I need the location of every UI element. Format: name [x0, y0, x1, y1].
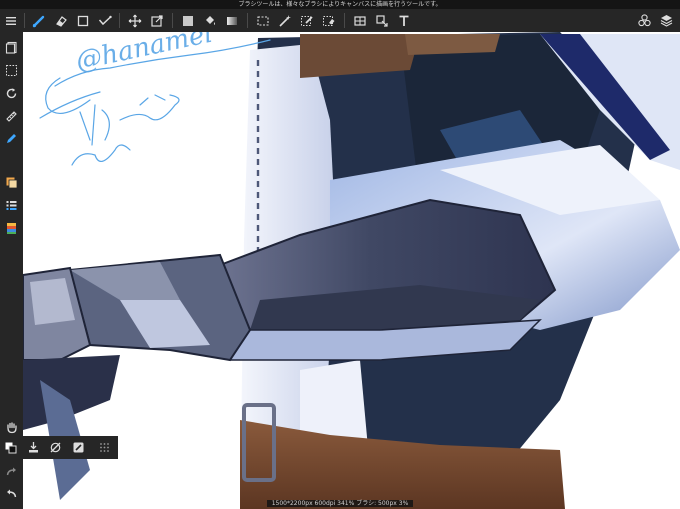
- pen-icon[interactable]: [2, 129, 21, 147]
- palette-icon[interactable]: [2, 219, 21, 237]
- color-icon[interactable]: [2, 173, 21, 191]
- rect-shape-icon[interactable]: [73, 11, 93, 30]
- snap-off-icon[interactable]: [46, 438, 65, 457]
- import-icon[interactable]: [24, 438, 43, 457]
- tool-hint-text: ブラシツールは、様々なブラシによりキャンバスに描画を行うツールです。: [238, 1, 442, 8]
- sub-toolbar: [0, 436, 118, 459]
- top-toolbar: [0, 9, 680, 32]
- layers-icon[interactable]: [656, 11, 676, 30]
- select-pen-icon[interactable]: [297, 11, 317, 30]
- eraser-icon[interactable]: [51, 11, 71, 30]
- layer-list-icon[interactable]: [2, 38, 21, 56]
- text-icon[interactable]: [394, 11, 414, 30]
- lasso-fill-icon[interactable]: [372, 11, 392, 30]
- gradient-icon[interactable]: [222, 11, 242, 30]
- canvas-status-bar: 1500*2200px 600dpi 341% ブラシ: 500px 3%: [0, 499, 680, 509]
- canvas-status-text: 1500*2200px 600dpi 341% ブラシ: 500px 3%: [266, 500, 414, 507]
- grid-icon[interactable]: [95, 438, 114, 457]
- selection-icon[interactable]: [2, 61, 21, 79]
- magic-wand-icon[interactable]: [275, 11, 295, 30]
- hand-icon[interactable]: [2, 418, 21, 436]
- correction-icon[interactable]: [95, 11, 115, 30]
- brush-icon[interactable]: [29, 11, 49, 30]
- bucket-icon[interactable]: [200, 11, 220, 30]
- materials-icon[interactable]: [634, 11, 654, 30]
- select-rect-icon[interactable]: [253, 11, 273, 30]
- tool-hint-bar: ブラシツールは、様々なブラシによりキャンバスに描画を行うツールです。: [0, 0, 680, 9]
- artwork: @hanamel: [23, 32, 680, 509]
- redo-icon[interactable]: [2, 462, 21, 480]
- stabilizer-icon[interactable]: [69, 438, 88, 457]
- brush-list-icon[interactable]: [2, 196, 21, 214]
- select-eraser-icon[interactable]: [319, 11, 339, 30]
- transform-icon[interactable]: [147, 11, 167, 30]
- rotate-icon[interactable]: [2, 84, 21, 102]
- menu-icon[interactable]: [1, 11, 21, 30]
- ruler-icon[interactable]: [2, 107, 21, 125]
- color-swap-icon[interactable]: [1, 438, 20, 457]
- drawing-canvas[interactable]: @hanamel: [23, 32, 680, 509]
- move-icon[interactable]: [125, 11, 145, 30]
- fill-color-icon[interactable]: [178, 11, 198, 30]
- filter-icon[interactable]: [350, 11, 370, 30]
